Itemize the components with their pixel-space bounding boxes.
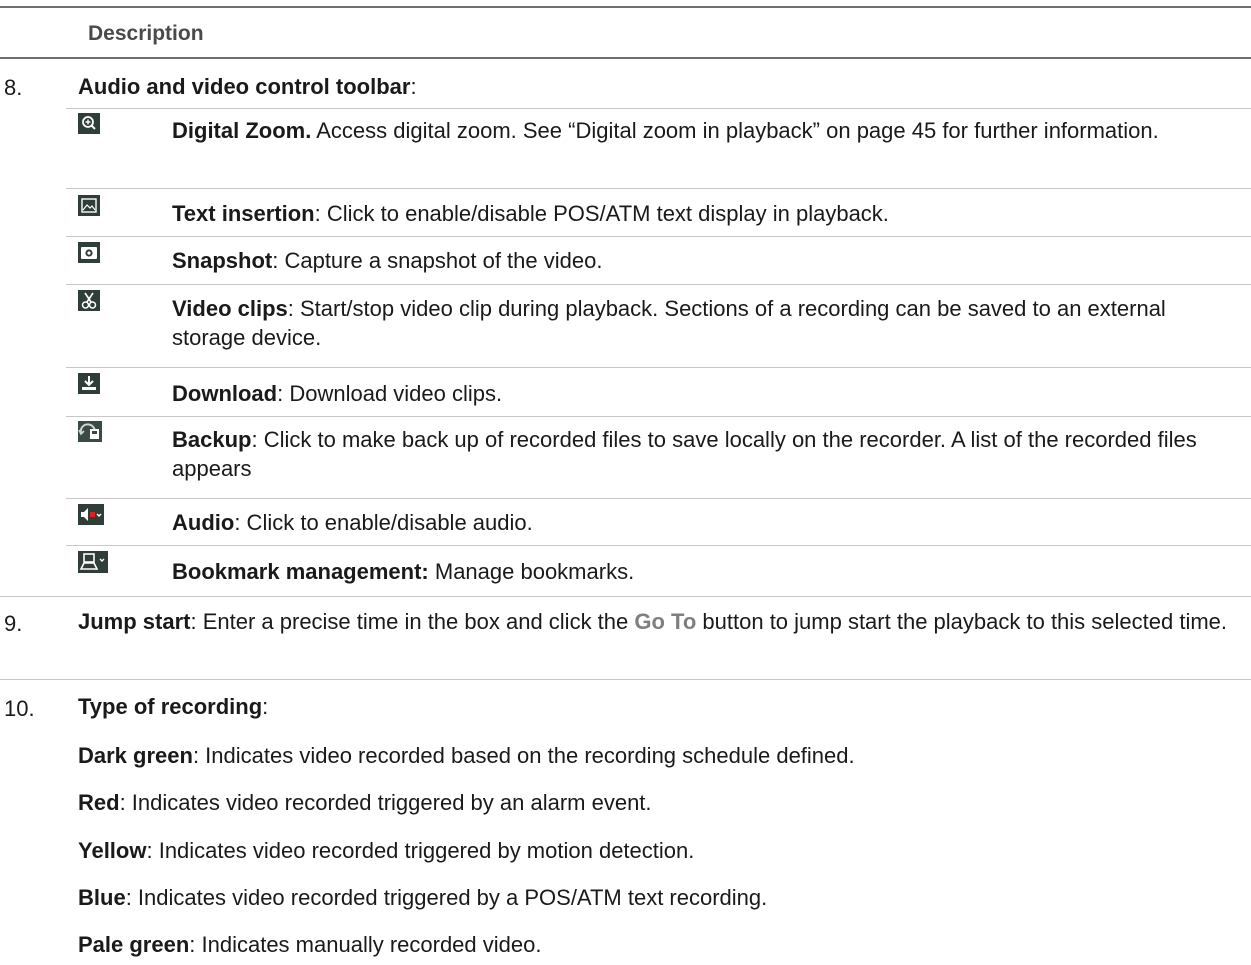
- tool-desc: : Click to make back up of recorded file…: [172, 427, 1197, 481]
- item-8-title: Audio and video control toolbar: [78, 74, 411, 99]
- item-8-colon: :: [410, 74, 417, 99]
- recording-type-name: Blue: [78, 885, 126, 910]
- recording-type-blue: Blue: Indicates video recorded triggered…: [78, 885, 767, 911]
- tool-backup: Backup: Click to make back up of recorde…: [172, 425, 1232, 483]
- tool-name: Digital Zoom.: [172, 118, 312, 143]
- snapshot-icon: [78, 242, 100, 263]
- recording-type-name: Yellow: [78, 838, 147, 863]
- tool-desc: : Click to enable/disable audio.: [234, 510, 533, 535]
- tool-name: Backup: [172, 427, 252, 452]
- table-header-rule: [0, 57, 1251, 59]
- row-divider: [0, 596, 1251, 597]
- tool-name: Audio: [172, 510, 235, 535]
- recording-type-desc: : Indicates video recorded triggered by …: [119, 790, 652, 815]
- tool-text-insertion: Text insertion: Click to enable/disable …: [172, 199, 1232, 228]
- row-divider: [66, 545, 1251, 546]
- item-9-desc-2: button to jump start the playback to thi…: [696, 609, 1228, 634]
- tool-video-clips: Video clips: Start/stop video clip durin…: [172, 294, 1232, 352]
- item-9-text: Jump start: Enter a precise time in the …: [78, 607, 1238, 637]
- item-10-colon: :: [262, 694, 269, 719]
- item-number-9: 9.: [4, 611, 23, 636]
- go-to-button-label: Go To: [634, 609, 697, 634]
- item-8-heading: Audio and video control toolbar:: [78, 72, 417, 102]
- row-divider: [66, 416, 1251, 417]
- recording-type-desc: : Indicates video recorded triggered by …: [146, 838, 695, 863]
- tool-name: Download: [172, 381, 278, 406]
- row-divider: [66, 284, 1251, 285]
- recording-type-desc: : Indicates video recorded based on the …: [192, 743, 855, 768]
- recording-type-yellow: Yellow: Indicates video recorded trigger…: [78, 838, 694, 864]
- row-divider: [66, 188, 1251, 189]
- column-header-description: Description: [88, 22, 204, 45]
- row-divider: [66, 498, 1251, 499]
- tool-desc: : Capture a snapshot of the video.: [272, 248, 603, 273]
- tool-name: Text insertion: [172, 201, 315, 226]
- download-icon: [78, 373, 100, 394]
- tool-download: Download: Download video clips.: [172, 379, 1232, 408]
- digital-zoom-icon: [78, 113, 100, 134]
- tool-digital-zoom: Digital Zoom. Access digital zoom. See “…: [172, 116, 1232, 145]
- tool-name: Video clips: [172, 296, 288, 321]
- item-number-10: 10.: [4, 696, 35, 721]
- row-divider: [66, 236, 1251, 237]
- item-number-8: 8.: [4, 75, 23, 100]
- tool-desc: : Click to enable/disable POS/ATM text d…: [314, 201, 889, 226]
- row-divider: [0, 679, 1251, 680]
- recording-type-red: Red: Indicates video recorded triggered …: [78, 790, 652, 816]
- bookmark-icon: [78, 551, 108, 573]
- tool-desc: : Start/stop video clip during playback.…: [172, 296, 1166, 350]
- tool-name: Bookmark management:: [172, 559, 429, 584]
- tool-name: Snapshot: [172, 248, 273, 273]
- row-divider: [66, 108, 1251, 109]
- recording-type-name: Red: [78, 790, 120, 815]
- video-clips-icon: [78, 290, 100, 311]
- recording-type-name: Pale green: [78, 932, 190, 957]
- recording-type-desc: : Indicates video recorded triggered by …: [125, 885, 768, 910]
- tool-desc: Manage bookmarks.: [428, 559, 635, 584]
- recording-type-dark-green: Dark green: Indicates video recorded bas…: [78, 743, 855, 769]
- row-divider: [66, 367, 1251, 368]
- text-insertion-icon: [78, 195, 100, 216]
- tool-bookmark: Bookmark management: Manage bookmarks.: [172, 557, 1232, 586]
- item-9-title: Jump start: [78, 609, 191, 634]
- recording-type-desc: : Indicates manually recorded video.: [189, 932, 542, 957]
- tool-snapshot: Snapshot: Capture a snapshot of the vide…: [172, 246, 1232, 275]
- item-10-heading: Type of recording:: [78, 692, 268, 722]
- tool-desc: : Download video clips.: [277, 381, 503, 406]
- tool-audio: Audio: Click to enable/disable audio.: [172, 508, 1232, 537]
- item-9-desc-1: : Enter a precise time in the box and cl…: [190, 609, 635, 634]
- recording-type-name: Dark green: [78, 743, 193, 768]
- recording-type-pale-green: Pale green: Indicates manually recorded …: [78, 932, 541, 958]
- item-10-title: Type of recording: [78, 694, 263, 719]
- table-top-rule: [0, 6, 1251, 8]
- tool-desc: Access digital zoom. See “Digital zoom i…: [311, 118, 1159, 143]
- backup-icon: [78, 421, 102, 442]
- audio-icon: [78, 504, 104, 525]
